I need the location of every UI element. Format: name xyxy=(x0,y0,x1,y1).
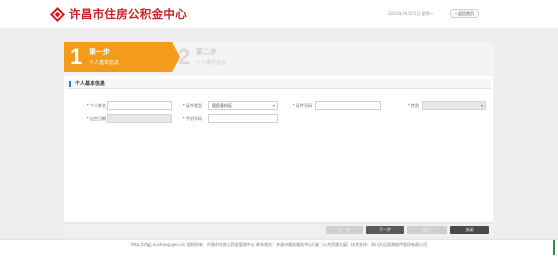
phone-label: * 手机号码 xyxy=(182,116,202,121)
chevron-down-icon: ▾ xyxy=(480,103,483,108)
chevron-down-icon: ▾ xyxy=(272,103,275,108)
page-footer: http://zfgjj.xuchang.gov.cn/ 版权所有：许昌市住房公… xyxy=(0,239,558,267)
section-title: 个人基本信息 xyxy=(75,81,106,87)
logo-icon xyxy=(50,6,65,22)
name-label: * 个人姓名 xyxy=(86,103,106,108)
phone-input[interactable] xyxy=(208,114,278,123)
birth-date-input[interactable] xyxy=(107,114,172,123)
section-accent-bar xyxy=(69,81,71,87)
birth-date-label: * 出生日期 xyxy=(86,116,106,121)
form-container: 1 第一步 个人基本信息 2 第二步 个人缴存信息 个人基本信息 * 个人姓名 … xyxy=(64,42,493,236)
action-bar: 上一步 下一步 提交 关闭 xyxy=(64,223,493,236)
back-home-button[interactable]: ‹ 返回首页 xyxy=(450,9,479,18)
footer-text: http://zfgjj.xuchang.gov.cn/ 版权所有：许昌市住房公… xyxy=(131,242,427,247)
gender-select[interactable]: ▾ xyxy=(422,101,486,110)
gender-label: * 性别 xyxy=(407,103,419,108)
step-2-title: 第二步 xyxy=(196,48,217,56)
submit-button[interactable]: 提交 xyxy=(407,226,447,234)
step-2[interactable]: 2 第二步 个人缴存信息 xyxy=(172,42,272,72)
site-title: 许昌市住房公积金中心 xyxy=(69,7,187,21)
name-input[interactable] xyxy=(107,101,172,110)
id-number-input[interactable] xyxy=(315,101,381,110)
step-2-subtitle: 个人缴存信息 xyxy=(196,60,227,66)
step-1[interactable]: 1 第一步 个人基本信息 xyxy=(64,42,180,72)
chevron-left-icon: ‹ xyxy=(455,10,457,17)
prev-step-button[interactable]: 上一步 xyxy=(326,226,363,234)
page-header: 许昌市住房公积金中心 2021年09月01日 星期一 ‹ 返回首页 xyxy=(0,0,558,28)
id-number-label: * 证件号码 xyxy=(292,103,312,108)
date-text: 2021年09月01日 星期一 xyxy=(388,11,434,16)
step-2-number: 2 xyxy=(178,44,191,69)
section-header: 个人基本信息 xyxy=(66,79,491,89)
id-type-select[interactable]: 居民身份证 ▾ xyxy=(208,101,278,110)
step-1-title: 第一步 xyxy=(89,48,110,56)
form-panel: 个人基本信息 * 个人姓名 * 证件类型 居民身份证 ▾ * 证件号码 * 性别… xyxy=(64,76,493,221)
footer-divider xyxy=(0,239,558,240)
back-home-label: 返回首页 xyxy=(458,10,474,16)
next-step-button[interactable]: 下一步 xyxy=(366,226,404,234)
id-type-value: 居民身份证 xyxy=(212,103,232,108)
step-1-subtitle: 个人基本信息 xyxy=(89,60,120,66)
logo: 许昌市住房公积金中心 xyxy=(50,6,187,22)
close-button[interactable]: 关闭 xyxy=(450,226,489,234)
main-area: 1 第一步 个人基本信息 2 第二步 个人缴存信息 个人基本信息 * 个人姓名 … xyxy=(0,28,558,239)
scroll-indicator xyxy=(553,240,555,255)
id-type-label: * 证件类型 xyxy=(182,103,202,108)
step-1-number: 1 xyxy=(70,44,83,69)
